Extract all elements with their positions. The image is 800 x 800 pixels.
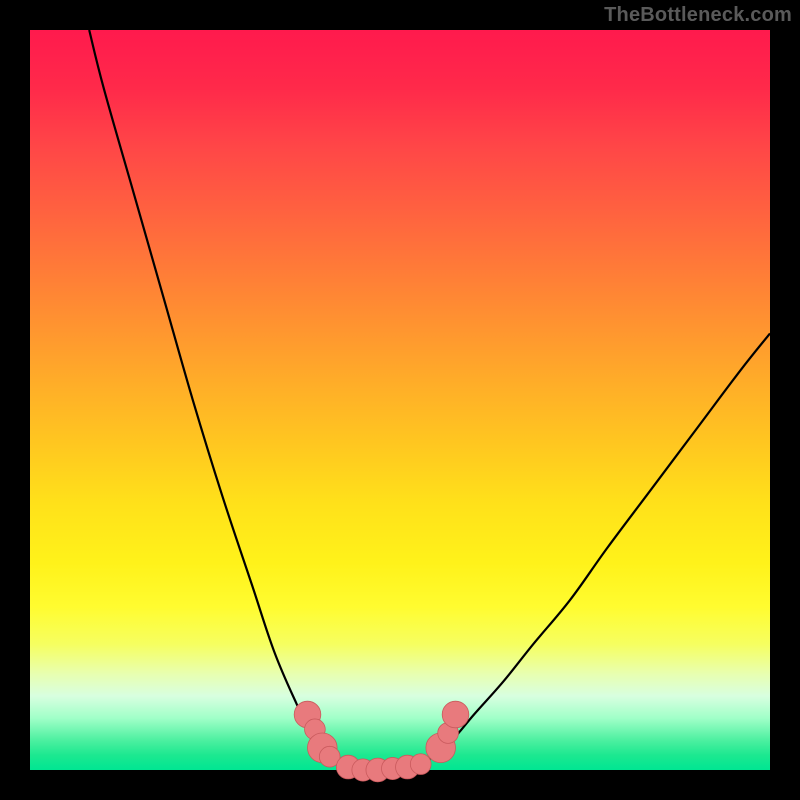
attribution-label: TheBottleneck.com — [604, 4, 792, 27]
data-marker — [442, 701, 469, 728]
plot-area — [30, 30, 770, 770]
curve-left-branch — [89, 30, 352, 770]
markers-group — [294, 701, 469, 782]
data-marker — [410, 754, 431, 775]
chart-frame: TheBottleneck.com — [0, 0, 800, 800]
curve-right-branch — [415, 333, 770, 770]
chart-svg — [30, 30, 770, 770]
